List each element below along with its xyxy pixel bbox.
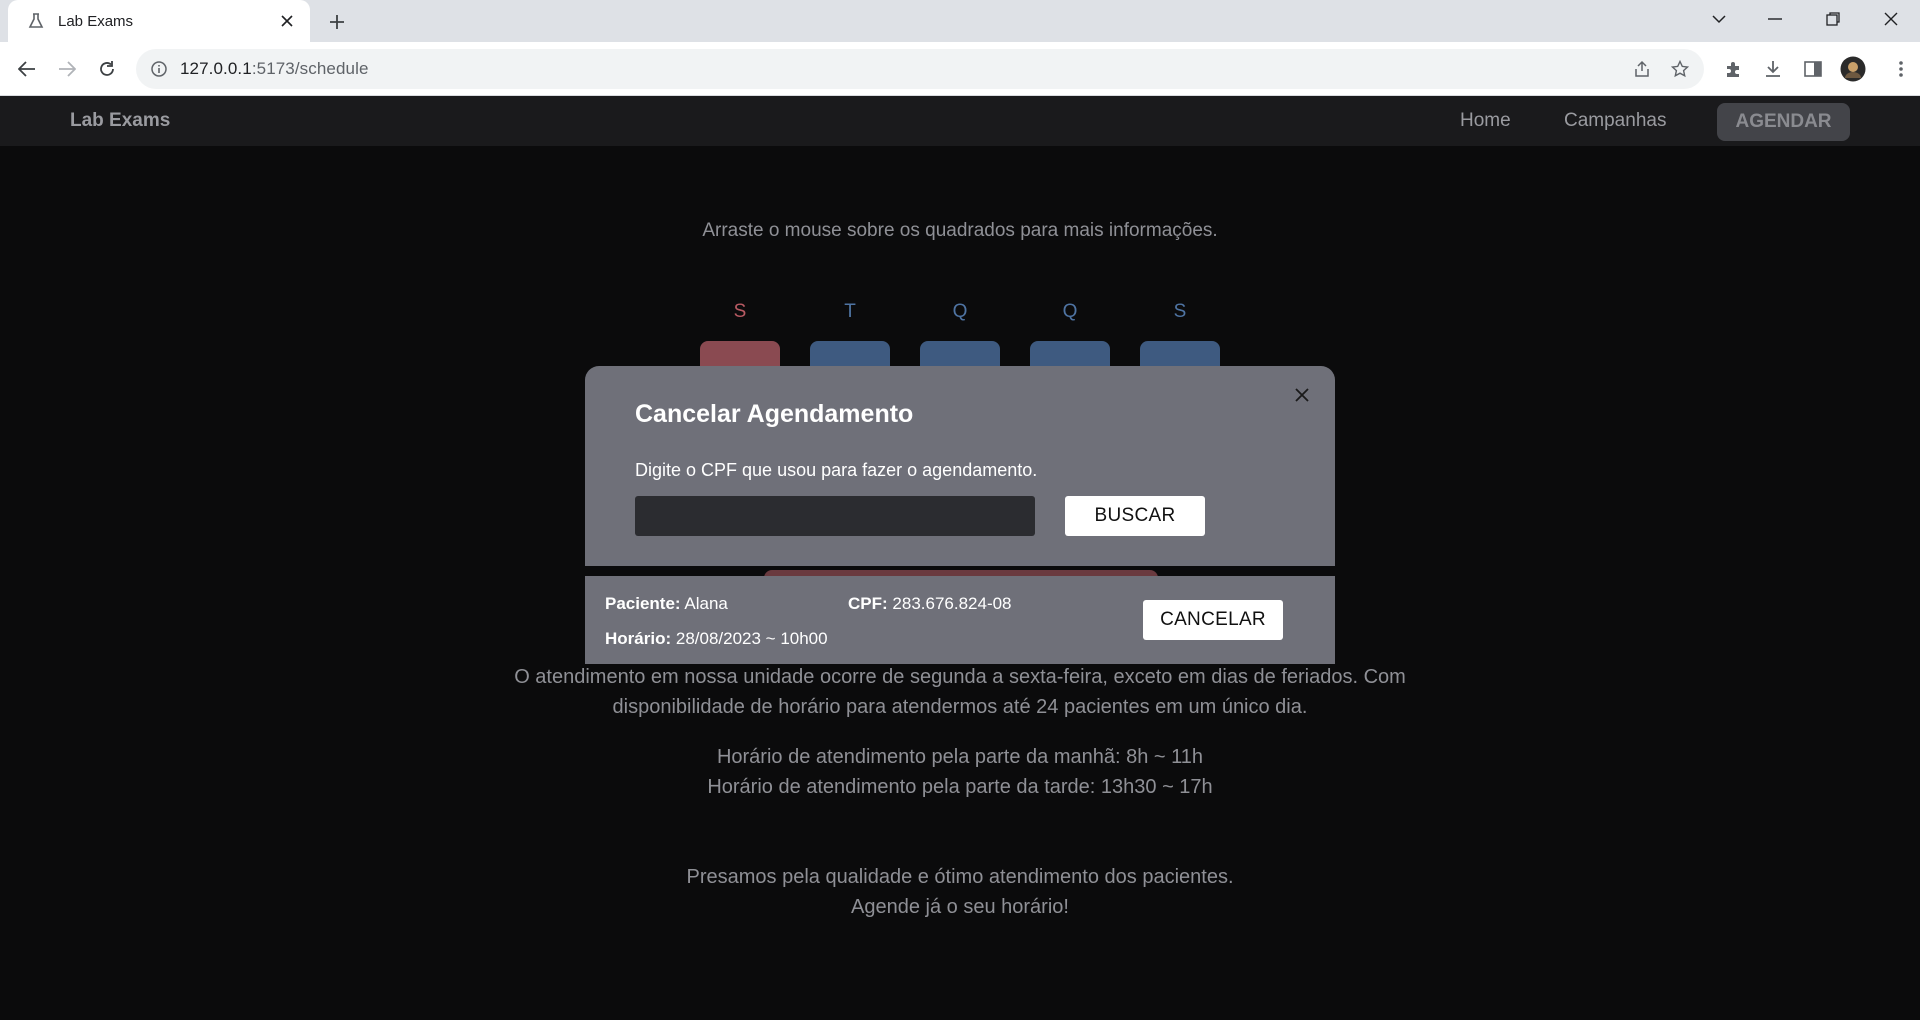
time-field: Horário: 28/08/2023 ~ 10h00 <box>605 629 828 649</box>
nav-link-campanhas[interactable]: Campanhas <box>1564 110 1666 132</box>
day-letter-wed: Q <box>952 301 968 322</box>
search-button[interactable]: BUSCAR <box>1065 496 1205 536</box>
restore-icon[interactable] <box>1806 0 1860 38</box>
patient-field: Paciente: Alana <box>605 594 728 614</box>
browser-toolbar: 127.0.0.1:5173/schedule <box>0 42 1920 96</box>
cpf-field-label: CPF: <box>848 594 888 613</box>
reload-icon[interactable] <box>92 54 122 84</box>
cancel-appointment-button[interactable]: CANCELAR <box>1143 600 1283 640</box>
tab-search-chevron-icon[interactable] <box>1692 0 1746 38</box>
appointment-result: Paciente: Alana CPF: 283.676.824-08 Horá… <box>585 576 1335 664</box>
modal-title: Cancelar Agendamento <box>635 400 914 428</box>
close-icon[interactable] <box>1291 384 1313 406</box>
back-arrow-icon[interactable] <box>12 54 42 84</box>
profile-avatar[interactable] <box>1838 54 1868 84</box>
side-panel-icon[interactable] <box>1798 54 1828 84</box>
nav-link-home[interactable]: Home <box>1460 110 1511 132</box>
patient-value: Alana <box>684 594 728 613</box>
browser-tabstrip: Lab Exams <box>0 0 1920 42</box>
day-letter-fri: S <box>1173 301 1187 322</box>
cpf-label: Digite o CPF que usou para fazer o agend… <box>635 460 1038 480</box>
day-letter-thu: Q <box>1062 301 1078 322</box>
nav-agendar-button[interactable]: AGENDAR <box>1717 103 1850 141</box>
time-label: Horário: <box>605 629 672 648</box>
forward-arrow-icon[interactable] <box>52 54 82 84</box>
share-icon[interactable] <box>1628 55 1656 83</box>
omnibox-actions <box>1628 55 1694 83</box>
site-navbar: Lab Exams Home Campanhas AGENDAR <box>0 96 1920 146</box>
bookmark-star-icon[interactable] <box>1666 55 1694 83</box>
minimize-icon[interactable] <box>1748 0 1802 38</box>
day-letter-tue: T <box>844 301 856 322</box>
browser-menu-icon[interactable] <box>1886 54 1916 84</box>
cpf-input[interactable] <box>635 496 1035 536</box>
closing-block: Presamos pela qualidade e ótimo atendime… <box>0 862 1920 922</box>
info-line-2: disponibilidade de horário para atenderm… <box>612 696 1308 718</box>
browser-tab[interactable]: Lab Exams <box>8 0 310 42</box>
download-icon[interactable] <box>1758 54 1788 84</box>
day-letter-mon: S <box>733 301 747 322</box>
site-brand[interactable]: Lab Exams <box>70 110 170 132</box>
url-path: :5173/schedule <box>251 59 369 78</box>
patient-label: Paciente: <box>605 594 681 613</box>
cpf-field: CPF: 283.676.824-08 <box>848 594 1012 614</box>
tab-close-icon[interactable] <box>276 10 298 32</box>
cancel-schedule-modal: Cancelar Agendamento Digite o CPF que us… <box>585 366 1335 566</box>
closing-line-2: Agende já o seu horário! <box>851 896 1069 918</box>
closing-line-1: Presamos pela qualidade e ótimo atendime… <box>686 866 1234 888</box>
hover-hint: Arraste o mouse sobre os quadrados para … <box>702 220 1218 241</box>
new-tab-icon[interactable] <box>324 9 350 35</box>
close-window-icon[interactable] <box>1864 0 1918 38</box>
hours-block: Horário de atendimento pela parte da man… <box>0 742 1920 802</box>
tab-title: Lab Exams <box>58 12 134 30</box>
site-info-icon[interactable] <box>150 60 168 78</box>
url-text: 127.0.0.1:5173/schedule <box>180 59 369 79</box>
info-line-1: O atendimento em nossa unidade ocorre de… <box>514 666 1406 688</box>
cpf-value: 283.676.824-08 <box>892 594 1012 613</box>
hours-afternoon: Horário de atendimento pela parte da tar… <box>707 776 1213 798</box>
url-host: 127.0.0.1 <box>180 59 252 78</box>
flask-favicon-icon <box>26 11 46 31</box>
hours-morning: Horário de atendimento pela parte da man… <box>716 746 1204 768</box>
info-paragraph: O atendimento em nossa unidade ocorre de… <box>0 662 1920 722</box>
address-bar[interactable]: 127.0.0.1:5173/schedule <box>136 49 1704 89</box>
time-value: 28/08/2023 ~ 10h00 <box>675 629 828 648</box>
extensions-puzzle-icon[interactable] <box>1718 54 1748 84</box>
page-content: Lab Exams Home Campanhas AGENDAR Arraste… <box>0 96 1920 1020</box>
